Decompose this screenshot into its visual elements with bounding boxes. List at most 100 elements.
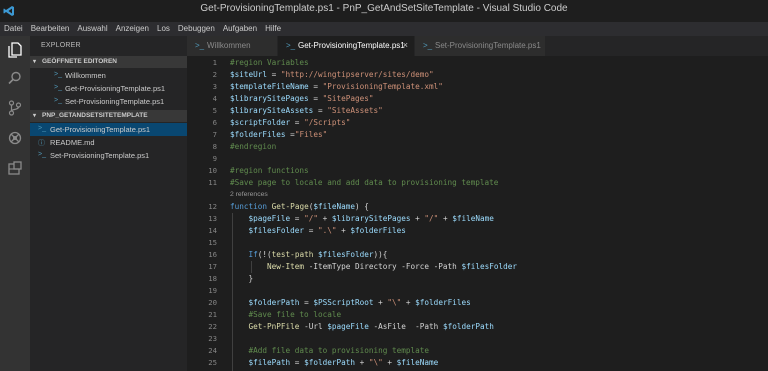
project-folder-header[interactable]: ▾ PNP_GETANDSETSITETEMPLATE: [30, 110, 187, 122]
file-item-get-provisioning[interactable]: >_ Get-ProvisioningTemplate.ps1: [30, 123, 187, 136]
explorer-sidebar: EXPLORER ▾ GEÖFFNETE EDITOREN >_ Willkom…: [30, 36, 187, 371]
code-token: =: [308, 94, 323, 103]
code-token: $librarySitePages: [230, 94, 309, 103]
powershell-icon: >_: [54, 71, 62, 78]
code-token: $filesFolder: [248, 226, 305, 235]
line-number: 10: [208, 166, 217, 175]
source-control-icon[interactable]: [0, 96, 30, 120]
line-number: 5: [212, 106, 217, 115]
code-token: ) {: [355, 202, 369, 211]
code-editor[interactable]: 1 #region Variables 2 $siteUrl = "http://wi…: [187, 56, 768, 371]
tab-get-provisioning[interactable]: >_ Get-ProvisioningTemplate.ps1 ×: [278, 36, 415, 56]
menu-auswahl[interactable]: Auswahl: [73, 22, 111, 36]
code-token: "/": [424, 214, 439, 223]
code-line: 3 $templateFileName = "ProvisioningTempla…: [187, 81, 768, 93]
code-token: "SiteAssets": [327, 106, 383, 115]
open-editors-header[interactable]: ▾ GEÖFFNETE EDITOREN: [30, 56, 187, 68]
code-line: 15: [187, 237, 768, 249]
code-token: "\": [387, 298, 402, 307]
line-number: 23: [208, 334, 217, 343]
code-token: $folderPath: [248, 298, 300, 307]
line-number: 4: [212, 94, 217, 103]
code-token: #endregion: [230, 142, 277, 151]
code-token: $librarySitePages: [331, 214, 411, 223]
code-token: $folderFiles: [230, 130, 286, 139]
code-line: 14 $filesFolder = ".\" + $folderFiles: [187, 225, 768, 237]
code-token: $scriptFolder: [230, 118, 291, 127]
line-number: 6: [212, 118, 217, 127]
codelens-references[interactable]: 2 references: [230, 191, 268, 198]
code-token: ".\": [317, 226, 337, 235]
menu-bearbeiten[interactable]: Bearbeiten: [27, 22, 74, 36]
open-editor-item-set[interactable]: >_ Set-ProvisioningTemplate.ps1: [30, 95, 187, 108]
open-editor-item-willkommen[interactable]: >_ Willkommen: [30, 69, 187, 82]
line-number: 3: [212, 82, 217, 91]
tab-set-provisioning[interactable]: >_ Set-ProvisioningTemplate.ps1: [415, 36, 546, 56]
code-token: #Add file data to provisioning template: [248, 346, 430, 355]
code-token: =: [290, 118, 305, 127]
code-token: $librarySiteAssets: [230, 106, 314, 115]
info-icon: ⓘ: [38, 140, 45, 147]
code-token: Get-PnPFile: [248, 322, 300, 331]
file-item-readme[interactable]: ⓘ README.md: [30, 136, 187, 149]
search-icon[interactable]: [0, 66, 30, 90]
debug-icon[interactable]: [0, 126, 30, 150]
explorer-icon[interactable]: [0, 38, 30, 62]
file-item-set-provisioning[interactable]: >_ Set-ProvisioningTemplate.ps1: [30, 149, 187, 162]
sidebar-title: EXPLORER: [41, 42, 81, 49]
code-token: $pageFile: [248, 214, 291, 223]
powershell-icon: >_: [38, 151, 46, 158]
code-line: 21 #Save file to locale: [187, 309, 768, 321]
menu-anzeigen[interactable]: Anzeigen: [112, 22, 153, 36]
code-text: $pageFile = "/" + $librarySitePages + "/…: [230, 214, 494, 223]
code-line: 16 If(!(test-path $filesFolder)){: [187, 249, 768, 261]
code-text: If(!(test-path $filesFolder)){: [230, 250, 388, 259]
code-text: $filesFolder = ".\" + $folderFiles: [230, 226, 406, 235]
code-token: If: [248, 250, 258, 259]
code-line: 18 }: [187, 273, 768, 285]
code-token: test-path: [271, 250, 314, 259]
close-icon[interactable]: ×: [403, 40, 408, 50]
menu-datei[interactable]: Datei: [0, 22, 27, 36]
extensions-icon[interactable]: [0, 156, 30, 180]
menu-aufgaben[interactable]: Aufgaben: [219, 22, 261, 36]
menu-bar: Datei Bearbeiten Auswahl Anzeigen Los De…: [0, 22, 768, 36]
indent-guide: [251, 261, 252, 273]
code-token: $fileName: [313, 202, 355, 211]
line-number: 15: [208, 238, 217, 247]
title-bar: Get-ProvisioningTemplate.ps1 - PnP_GetAn…: [0, 0, 768, 22]
code-text: }: [230, 274, 254, 283]
code-text: #Save page to locale and add data to pro…: [230, 178, 498, 187]
code-token: #Save file to locale: [248, 310, 342, 319]
code-token: $folderPath: [442, 322, 494, 331]
powershell-icon: >_: [286, 41, 296, 50]
code-token: $folderFiles: [350, 226, 406, 235]
line-number: 24: [208, 346, 217, 355]
code-text: #Add file data to provisioning template: [230, 346, 430, 355]
powershell-icon: >_: [38, 125, 46, 132]
code-token: =: [290, 214, 305, 223]
code-line: 25 $filePath = $folderPath + "\" + $file…: [187, 357, 768, 369]
menu-los[interactable]: Los: [153, 22, 174, 36]
code-line: 5 $librarySiteAssets = "SiteAssets": [187, 105, 768, 117]
open-editor-item-get[interactable]: >_ Get-ProvisioningTemplate.ps1: [30, 82, 187, 95]
code-token: $folderPath: [304, 358, 355, 367]
code-token: "SitePages": [322, 94, 374, 103]
code-token: "/Scripts": [304, 118, 351, 127]
menu-debuggen[interactable]: Debuggen: [174, 22, 219, 36]
code-text: $librarySiteAssets = "SiteAssets": [230, 106, 383, 115]
code-token: +: [354, 358, 369, 367]
powershell-icon: >_: [54, 84, 62, 91]
code-token: $fileName: [396, 358, 439, 367]
line-number: 25: [208, 358, 217, 367]
code-line: 23: [187, 333, 768, 345]
menu-hilfe[interactable]: Hilfe: [261, 22, 285, 36]
chevron-down-icon: ▾: [33, 113, 37, 119]
tab-willkommen[interactable]: >_ Willkommen: [187, 36, 278, 56]
line-number: 16: [208, 250, 217, 259]
code-line: 10 #region functions: [187, 165, 768, 177]
line-number: 8: [212, 142, 217, 151]
code-text: Get-PnPFile -Url $pageFile -AsFile -Path…: [230, 322, 494, 331]
code-token: $fileName: [452, 214, 494, 223]
